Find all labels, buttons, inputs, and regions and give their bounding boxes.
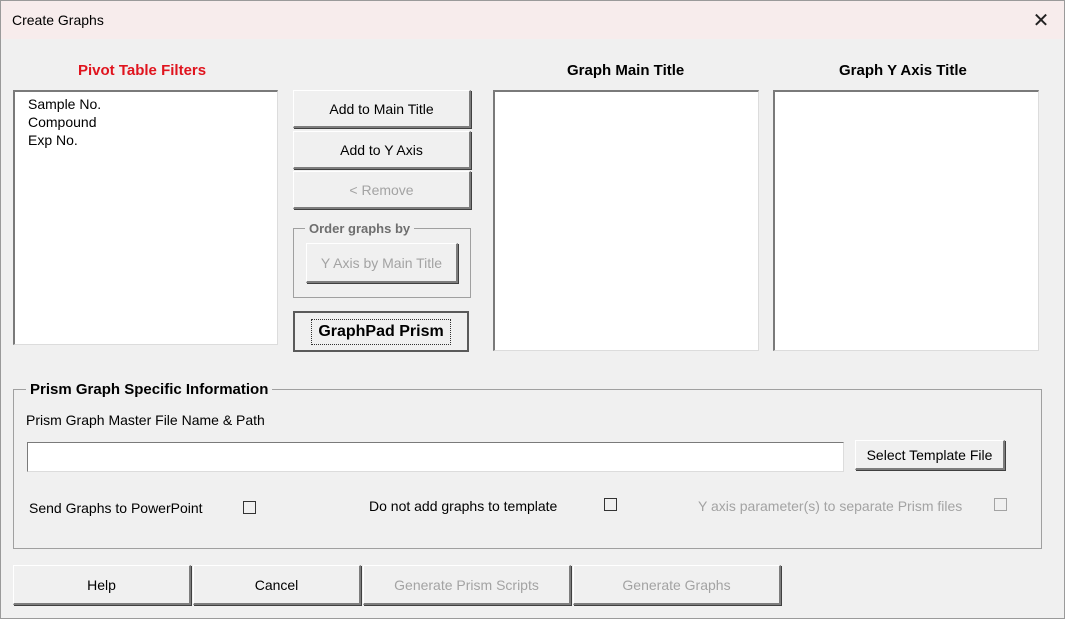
prism-info-legend: Prism Graph Specific Information: [26, 381, 273, 398]
add-to-main-title-button[interactable]: Add to Main Title: [293, 90, 471, 128]
y-axis-separate-checkbox[interactable]: [994, 498, 1007, 511]
list-item[interactable]: Compound: [15, 113, 277, 131]
create-graphs-dialog: Create Graphs ✕ Pivot Table Filters Grap…: [0, 0, 1065, 619]
generate-graphs-button[interactable]: Generate Graphs: [573, 565, 781, 605]
generate-prism-scripts-button[interactable]: Generate Prism Scripts: [363, 565, 571, 605]
title-bar: Create Graphs ✕: [1, 1, 1064, 39]
list-item[interactable]: Exp No.: [15, 131, 277, 149]
close-icon[interactable]: ✕: [1030, 9, 1052, 32]
send-to-ppt-checkbox[interactable]: [243, 501, 256, 514]
list-item[interactable]: Sample No.: [15, 95, 277, 113]
graphpad-prism-button[interactable]: GraphPad Prism: [293, 311, 469, 352]
select-template-file-button[interactable]: Select Template File: [855, 440, 1005, 470]
y-axis-title-list[interactable]: [773, 90, 1039, 351]
pivot-filters-label: Pivot Table Filters: [78, 62, 207, 79]
y-axis-by-main-title-button[interactable]: Y Axis by Main Title: [306, 243, 458, 283]
main-title-label: Graph Main Title: [567, 62, 685, 79]
window-title: Create Graphs: [12, 12, 104, 28]
order-graphs-legend: Order graphs by: [305, 221, 415, 236]
master-file-label: Prism Graph Master File Name & Path: [26, 412, 265, 428]
no-add-template-label: Do not add graphs to template: [369, 498, 558, 514]
master-file-input[interactable]: [27, 442, 844, 472]
prism-info-group: Prism Graph Specific Information Prism G…: [13, 381, 1042, 549]
y-axis-title-label: Graph Y Axis Title: [839, 62, 967, 79]
help-button[interactable]: Help: [13, 565, 191, 605]
send-to-ppt-label: Send Graphs to PowerPoint: [29, 500, 203, 516]
main-title-list[interactable]: [493, 90, 759, 351]
graphpad-prism-label: GraphPad Prism: [311, 318, 451, 345]
pivot-filters-list[interactable]: Sample No. Compound Exp No.: [13, 90, 278, 345]
no-add-template-checkbox[interactable]: [604, 498, 617, 511]
order-graphs-group: Order graphs by Y Axis by Main Title: [293, 221, 471, 298]
add-to-y-axis-button[interactable]: Add to Y Axis: [293, 131, 471, 169]
remove-button[interactable]: < Remove: [293, 171, 471, 209]
y-axis-separate-label: Y axis parameter(s) to separate Prism fi…: [698, 498, 963, 514]
cancel-button[interactable]: Cancel: [193, 565, 361, 605]
